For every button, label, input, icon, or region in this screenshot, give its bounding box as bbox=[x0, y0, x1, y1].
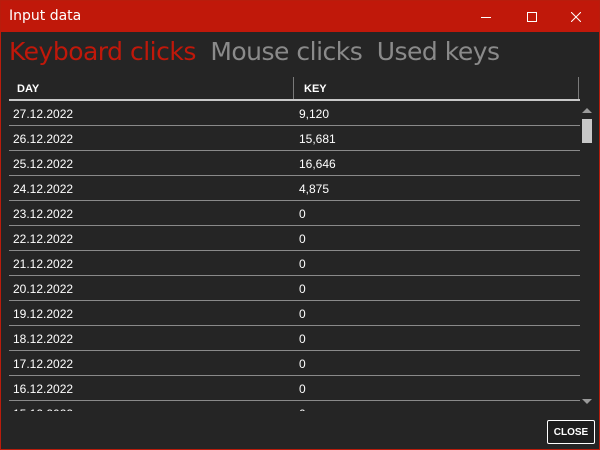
maximize-icon bbox=[527, 11, 537, 22]
table-row[interactable]: 20.12.2022 0 bbox=[9, 276, 580, 301]
window-title: Input data bbox=[9, 8, 82, 24]
table-row[interactable]: 16.12.2022 0 bbox=[9, 376, 580, 401]
key-count-cell: 0 bbox=[299, 282, 306, 296]
key-count-cell: 0 bbox=[299, 407, 306, 411]
table-header: DAY KEY bbox=[9, 77, 580, 101]
table-body: 27.12.2022 9,120 26.12.2022 15,681 25.12.202… bbox=[9, 101, 580, 411]
close-icon bbox=[571, 11, 581, 22]
column-divider[interactable] bbox=[293, 77, 294, 99]
day-cell: 21.12.2022 bbox=[13, 257, 74, 271]
day-cell: 27.12.2022 bbox=[13, 107, 74, 121]
table-row[interactable]: 24.12.2022 4,875 bbox=[9, 176, 580, 201]
scrollbar-thumb[interactable] bbox=[582, 119, 592, 143]
minimize-icon bbox=[481, 16, 491, 18]
table-row[interactable]: 25.12.2022 16,646 bbox=[9, 151, 580, 176]
day-cell: 17.12.2022 bbox=[13, 357, 74, 371]
day-cell: 16.12.2022 bbox=[13, 382, 74, 396]
data-table: DAY KEY 27.12.2022 9,120 26.12.2022 15,681 2… bbox=[9, 77, 580, 411]
day-cell: 19.12.2022 bbox=[13, 307, 74, 321]
table-row[interactable]: 27.12.2022 9,120 bbox=[9, 101, 580, 126]
tab-bar: Keyboard clicks Mouse clicks Used keys bbox=[9, 37, 510, 71]
day-cell: 22.12.2022 bbox=[13, 232, 74, 246]
day-cell: 15.12.2022 bbox=[13, 407, 73, 411]
table-row[interactable]: 22.12.2022 0 bbox=[9, 226, 580, 251]
tab-used-keys[interactable]: Used keys bbox=[377, 37, 500, 66]
close-button[interactable]: CLOSE bbox=[547, 420, 595, 444]
day-cell: 20.12.2022 bbox=[13, 282, 74, 296]
key-count-cell: 0 bbox=[299, 232, 306, 246]
table-row[interactable]: 17.12.2022 0 bbox=[9, 351, 580, 376]
table-row[interactable]: 21.12.2022 0 bbox=[9, 251, 580, 276]
key-count-cell: 0 bbox=[299, 357, 306, 371]
day-cell: 24.12.2022 bbox=[13, 182, 74, 196]
key-count-cell: 0 bbox=[299, 307, 306, 321]
table-row[interactable]: 18.12.2022 0 bbox=[9, 326, 580, 351]
minimize-button[interactable] bbox=[463, 1, 509, 32]
title-bar[interactable]: Input data bbox=[1, 1, 599, 32]
key-count-cell: 4,875 bbox=[299, 182, 330, 196]
window-close-button[interactable] bbox=[553, 1, 599, 32]
input-data-window: Input data Keyboard clicks Mouse clicks … bbox=[0, 0, 600, 450]
vertical-scrollbar[interactable] bbox=[581, 105, 593, 411]
tab-keyboard-clicks[interactable]: Keyboard clicks bbox=[9, 37, 196, 66]
key-count-cell: 0 bbox=[299, 257, 306, 271]
day-cell: 25.12.2022 bbox=[13, 157, 74, 171]
key-count-cell: 16,646 bbox=[299, 157, 336, 171]
key-count-cell: 0 bbox=[299, 332, 306, 346]
key-count-cell: 9,120 bbox=[299, 107, 330, 121]
key-count-cell: 0 bbox=[299, 382, 306, 396]
table-row[interactable]: 23.12.2022 0 bbox=[9, 201, 580, 226]
key-count-cell: 0 bbox=[299, 207, 306, 221]
day-cell: 23.12.2022 bbox=[13, 207, 74, 221]
day-cell: 26.12.2022 bbox=[13, 132, 74, 146]
tab-mouse-clicks[interactable]: Mouse clicks bbox=[210, 37, 362, 66]
table-row[interactable]: 19.12.2022 0 bbox=[9, 301, 580, 326]
maximize-button[interactable] bbox=[509, 1, 555, 32]
chevron-up-icon[interactable] bbox=[581, 105, 593, 115]
column-header-day[interactable]: DAY bbox=[17, 83, 39, 95]
chevron-down-icon[interactable] bbox=[581, 397, 593, 407]
key-count-cell: 15,681 bbox=[299, 132, 336, 146]
column-header-key[interactable]: KEY bbox=[304, 83, 327, 95]
column-divider[interactable] bbox=[578, 77, 579, 99]
table-row[interactable]: 26.12.2022 15,681 bbox=[9, 126, 580, 151]
table-row[interactable]: 15.12.2022 0 bbox=[9, 401, 580, 411]
day-cell: 18.12.2022 bbox=[13, 332, 74, 346]
